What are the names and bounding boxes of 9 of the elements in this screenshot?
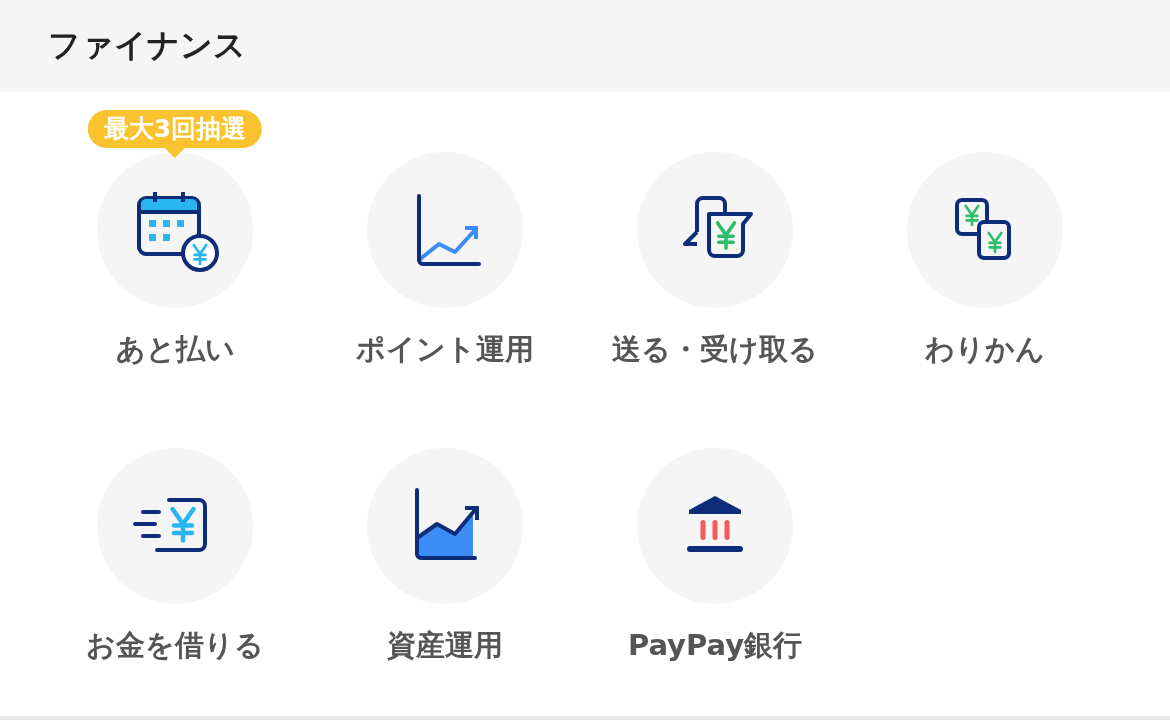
section-title: ファイナンス: [48, 25, 246, 66]
service-label[interactable]: お金を借りる: [86, 626, 264, 666]
promo-badge: 最大3回抽選: [87, 110, 263, 148]
service-label[interactable]: 資産運用: [387, 626, 503, 666]
service-label[interactable]: わりかん: [925, 330, 1045, 370]
service-label[interactable]: 送る・受け取る: [612, 330, 818, 370]
service-label[interactable]: あと払い: [115, 330, 235, 370]
service-label[interactable]: PayPay銀行: [627, 626, 803, 666]
service-label[interactable]: ポイント運用: [356, 330, 534, 370]
